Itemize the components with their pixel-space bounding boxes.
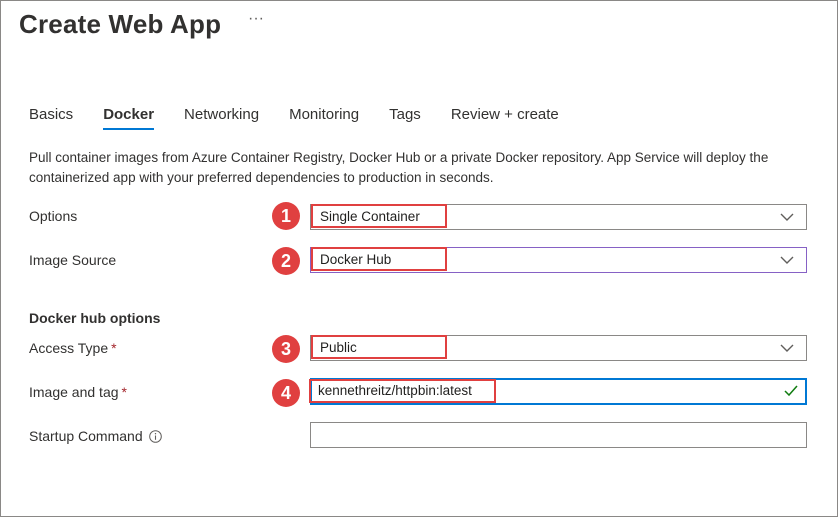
callout-badge-1: 1 <box>272 202 300 230</box>
callout-badge-3: 3 <box>272 335 300 363</box>
image-source-dropdown[interactable]: Docker Hub <box>310 247 807 273</box>
image-tag-input[interactable]: kennethreitz/httpbin:latest <box>310 378 807 405</box>
tab-networking[interactable]: Networking <box>184 106 259 130</box>
tab-bar: Basics Docker Networking Monitoring Tags… <box>29 106 589 134</box>
chevron-down-icon <box>780 256 794 264</box>
info-icon[interactable] <box>148 430 162 443</box>
image-tag-value: kennethreitz/httpbin:latest <box>318 383 472 398</box>
image-source-value: Docker Hub <box>320 252 392 267</box>
startup-command-label-text: Startup Command <box>29 428 143 444</box>
required-marker: * <box>111 340 117 356</box>
options-dropdown[interactable]: Single Container <box>310 204 807 230</box>
callout-badge-4: 4 <box>272 379 300 407</box>
callout-badge-2: 2 <box>272 247 300 275</box>
page-title: Create Web App <box>19 9 222 39</box>
docker-hub-options-heading: Docker hub options <box>29 310 161 326</box>
startup-command-label: Startup Command <box>29 428 162 444</box>
tab-docker[interactable]: Docker <box>103 106 154 130</box>
tab-monitoring[interactable]: Monitoring <box>289 106 359 130</box>
more-options-button[interactable]: ··· <box>248 10 264 28</box>
access-type-label-text: Access Type <box>29 340 109 356</box>
access-type-dropdown[interactable]: Public <box>310 335 807 361</box>
startup-command-input[interactable] <box>310 422 807 448</box>
tab-basics[interactable]: Basics <box>29 106 73 130</box>
image-tag-label: Image and tag * <box>29 384 127 400</box>
chevron-down-icon <box>780 344 794 352</box>
image-source-label: Image Source <box>29 252 117 268</box>
chevron-down-icon <box>780 213 794 221</box>
required-marker: * <box>121 384 127 400</box>
tab-tags[interactable]: Tags <box>389 106 421 130</box>
access-type-label: Access Type * <box>29 340 117 356</box>
checkmark-icon <box>784 385 798 397</box>
tab-description: Pull container images from Azure Contain… <box>29 150 769 185</box>
access-type-value: Public <box>320 340 357 355</box>
options-value: Single Container <box>320 209 420 224</box>
image-tag-label-text: Image and tag <box>29 384 119 400</box>
tab-review-create[interactable]: Review + create <box>451 106 559 130</box>
options-label: Options <box>29 208 78 224</box>
